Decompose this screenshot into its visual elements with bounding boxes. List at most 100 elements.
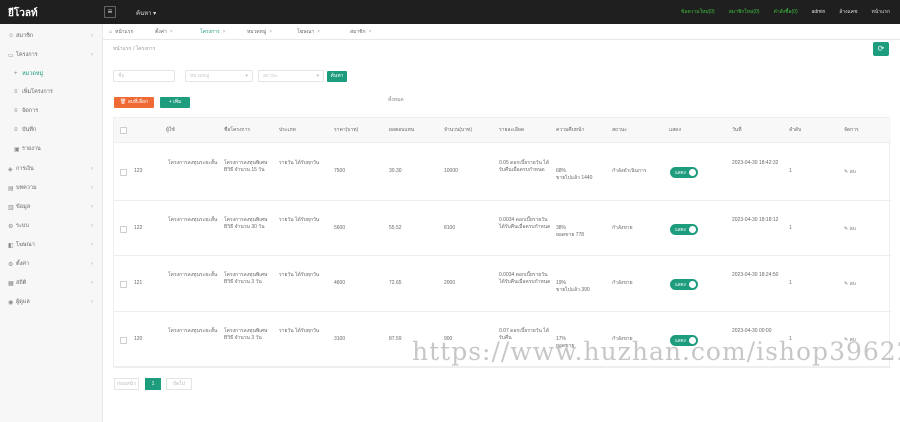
- row-actions[interactable]: ✎ ลบ: [844, 168, 856, 176]
- row-id: 121: [134, 280, 143, 286]
- sidebar-item[interactable]: ▤ บทความ ‹: [0, 181, 103, 195]
- top-link-4[interactable]: ล้างแคช: [839, 8, 857, 16]
- row-actions[interactable]: ✎ ลบ: [844, 225, 856, 233]
- close-icon[interactable]: ×: [317, 29, 320, 35]
- top-link-1[interactable]: สมาชิกใหม่(0): [729, 8, 760, 16]
- close-icon[interactable]: ×: [269, 29, 272, 35]
- top-menu-dropdown[interactable]: ค้นหา ▾: [136, 8, 156, 18]
- column-header: สถานะ: [612, 127, 627, 133]
- top-right-links: ข้อความใหม่(0) สมาชิกใหม่(0) คำสั่งซื้อ(0)…: [681, 0, 900, 24]
- chevron-down-icon: ▾: [245, 73, 248, 79]
- sidebar-item[interactable]: ▣ รายงาน: [0, 142, 103, 156]
- row-amount: 10000: [444, 168, 458, 174]
- sidebar-item[interactable]: ◉ ผู้ดูแล ‹: [0, 295, 103, 309]
- sidebar-item[interactable]: ⚙ ระบบ ‹: [0, 219, 103, 233]
- tab[interactable]: ⌂ หน้าแรก: [109, 27, 134, 37]
- row-project: โครงการลงทุนพิเศษ Bวิธี จำนวน 3 วัน: [224, 328, 268, 341]
- tab[interactable]: ตั้งค่า ×: [155, 27, 173, 37]
- chevron-left-icon: ‹: [91, 33, 93, 39]
- tab[interactable]: โครงการ ×: [200, 27, 226, 37]
- row-actions[interactable]: ✎ ลบ: [844, 280, 856, 288]
- sidebar-item-label: โฆษณา: [16, 242, 35, 248]
- row-project: โครงการลงทุนพิเศษ Bวิธี จำนวน 3 วัน: [224, 272, 268, 285]
- top-link-5[interactable]: หน้าแรก: [872, 8, 890, 16]
- row-price: 4600: [334, 280, 346, 286]
- row-date: 2023-04-30 00:00: [732, 328, 772, 334]
- sidebar-item[interactable]: ◈ การเงิน ‹: [0, 162, 103, 176]
- tab[interactable]: หมวดหมู่ ×: [247, 27, 272, 37]
- batch-delete-button[interactable]: 🗑 ลบที่เลือก: [114, 97, 154, 108]
- row-amount: 8100: [444, 224, 456, 231]
- sidebar-item[interactable]: ▭ โครงการ ‹: [0, 48, 103, 62]
- filter-status-select[interactable]: สถานะ ▾: [258, 70, 324, 82]
- filter-name-placeholder: ชื่อ: [118, 73, 125, 79]
- toggle-label: แสดง: [675, 226, 686, 232]
- row-user: โครงการลงทุนระยะสั้น: [168, 160, 218, 166]
- toggle-knob: [689, 225, 696, 233]
- pager-prev-button[interactable]: ก่อนหน้า: [114, 378, 139, 390]
- top-link-2[interactable]: คำสั่งซื้อ(0): [773, 8, 797, 16]
- sidebar-item[interactable]: ▦ สถิติ ‹: [0, 276, 103, 290]
- display-toggle[interactable]: แสดง: [670, 223, 698, 235]
- table-row: 121 โครงการลงทุนระยะสั้น โครงการลงทุนพิเศษ…: [114, 256, 891, 312]
- sidebar-item[interactable]: + หมวดหมู่: [0, 67, 103, 81]
- sidebar-item[interactable]: ≡ จัดการ: [0, 104, 103, 118]
- sidebar-item[interactable]: ▥ ข้อมูล ‹: [0, 200, 103, 214]
- watermark-text: https://www.huzhan.com/ishop39622: [412, 337, 900, 366]
- row-id: 122: [134, 224, 143, 231]
- brand-logo[interactable]: ยีโวลท์: [8, 6, 38, 21]
- close-icon[interactable]: ×: [170, 29, 173, 35]
- search-button[interactable]: ค้นหา: [327, 71, 347, 82]
- sidebar-item[interactable]: ≡ บันทึก: [0, 123, 103, 137]
- stats-icon: ▦: [8, 280, 14, 287]
- row-checkbox[interactable]: [120, 169, 127, 176]
- column-header: ลำดับ: [789, 127, 802, 133]
- checkbox[interactable]: [120, 127, 127, 134]
- top-link-3[interactable]: admin: [812, 9, 826, 15]
- display-toggle[interactable]: แสดง: [670, 167, 698, 178]
- status-hint: ทั้งหมด: [388, 97, 404, 103]
- display-toggle[interactable]: แสดง: [670, 279, 698, 290]
- chevron-left-icon: ‹: [91, 299, 93, 305]
- row-checkbox[interactable]: [120, 225, 127, 233]
- pager-next-button[interactable]: ถัดไป: [166, 378, 192, 390]
- row-progress: 68%: [556, 168, 567, 174]
- ad-icon: ◧: [8, 242, 14, 249]
- top-link-0[interactable]: ข้อความใหม่(0): [681, 8, 715, 16]
- add-button[interactable]: + เพิ่ม: [160, 97, 190, 108]
- menu-toggle-icon[interactable]: ≡: [104, 6, 116, 18]
- tab-label: หน้าแรก: [115, 29, 134, 35]
- row-checkbox[interactable]: [120, 281, 127, 288]
- filter-name-input[interactable]: ชื่อ: [113, 70, 175, 82]
- row-type: รายวัน ได้รับทุกวัน: [279, 216, 320, 223]
- tab-label: โฆษณา: [297, 29, 315, 35]
- row-checkbox[interactable]: [120, 337, 127, 344]
- select-all-checkbox[interactable]: [120, 118, 127, 143]
- row-user: โครงการลงทุนระยะสั้น: [168, 328, 218, 334]
- sidebar-item-label: ข้อมูล: [16, 204, 31, 210]
- row-user: โครงการลงทุนระยะสั้น: [168, 216, 218, 223]
- list-icon: ≡: [14, 89, 18, 95]
- trash-icon: 🗑: [119, 99, 128, 105]
- filter-status-placeholder: สถานะ: [263, 73, 278, 79]
- doc-icon: ▤: [8, 185, 14, 192]
- tab[interactable]: สมาชิก ×: [350, 27, 372, 37]
- filter-category-select[interactable]: หมวดหมู่ ▾: [185, 70, 253, 82]
- row-rate: 30.30: [389, 168, 402, 174]
- row-sort: 1: [789, 168, 792, 174]
- column-header: แสดง: [669, 127, 681, 133]
- list-icon: ≡: [14, 108, 18, 114]
- sidebar-item[interactable]: ≡ เพิ่มโครงการ: [0, 85, 103, 99]
- image-icon: ▣: [14, 146, 20, 153]
- row-date: 2023-04-30 18:42:32: [732, 160, 779, 166]
- close-icon[interactable]: ×: [223, 29, 226, 35]
- plus-icon: +: [14, 71, 18, 77]
- tab[interactable]: โฆษณา ×: [297, 27, 320, 37]
- close-icon[interactable]: ×: [369, 29, 372, 35]
- sidebar-item[interactable]: ☺ สมาชิก ‹: [0, 29, 103, 43]
- pager-page-1[interactable]: 1: [145, 378, 161, 390]
- refresh-button[interactable]: ⟳: [873, 42, 889, 56]
- row-sort: 1: [789, 280, 792, 286]
- sidebar-item[interactable]: ◧ โฆษณา ‹: [0, 238, 103, 252]
- sidebar-item[interactable]: ⚙ ตั้งค่า ‹: [0, 257, 103, 271]
